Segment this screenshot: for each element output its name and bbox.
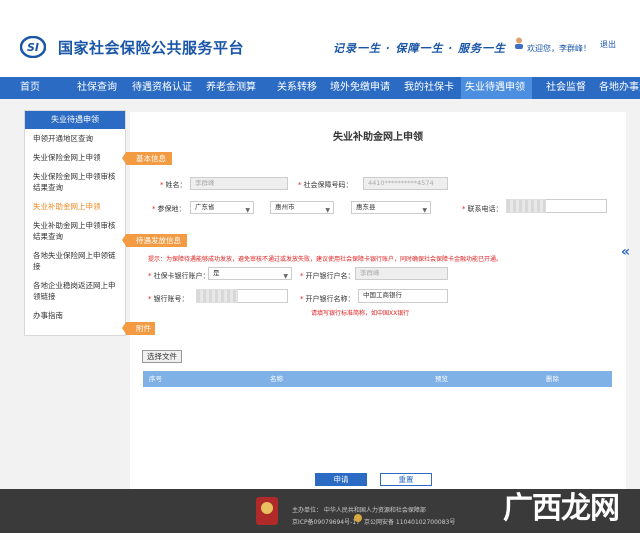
bank-name-field[interactable]: 中国工商银行 <box>358 289 448 303</box>
section-attachment: 附件 <box>122 322 155 335</box>
footer-sponsor: 主办单位： 中华人民共和国人力资源和社会保障部 <box>292 507 426 514</box>
nav-item-8[interactable]: 社会监督 <box>532 77 593 99</box>
user-avatar-icon <box>515 37 523 49</box>
sidebar-item-7[interactable]: 办事指南 <box>25 306 125 325</box>
name-label: * 姓名： <box>160 181 187 189</box>
police-badge-icon <box>354 514 362 522</box>
phone-field[interactable] <box>546 199 607 213</box>
section-basic-info: 基本信息 <box>122 152 172 165</box>
bank-account-redacted[interactable] <box>196 289 238 303</box>
account-name-label: * 开户银行户名： <box>300 272 355 280</box>
ssn-label: * 社会保障号码： <box>298 181 353 189</box>
sidebar-item-0[interactable]: 申领开通地区查询 <box>25 129 125 148</box>
chevron-down-icon: ▼ <box>325 207 330 214</box>
svg-text:SI: SI <box>27 41 39 54</box>
main-nav: 首页 社保查询 待遇资格认证 养老金测算 关系转移 境外免缴申请 我的社保卡 失业待遇申领 社会… <box>0 77 640 99</box>
th-index: 序号 <box>149 375 162 383</box>
sidebar-title: 失业待遇申领 <box>25 111 125 129</box>
sidebar-item-5[interactable]: 各地失业保险网上申领链接 <box>25 246 125 276</box>
gov-badge-icon <box>256 497 278 525</box>
chevron-down-icon: ▼ <box>422 207 427 214</box>
form-title: 失业补助金网上申领 <box>333 132 423 143</box>
insured-place-label: * 参保地： <box>152 205 186 213</box>
welcome-text: 欢迎您，李群峰！ <box>527 44 591 53</box>
bank-account-field[interactable] <box>238 289 288 303</box>
nav-item-3[interactable]: 养老金测算 <box>199 77 263 99</box>
choose-file-button[interactable]: 选择文件 <box>142 350 182 363</box>
si-logo-icon: SI <box>20 36 46 58</box>
nav-item-9[interactable]: 各地办事大厅 <box>593 77 640 99</box>
nav-item-4[interactable]: 关系转移 <box>263 77 324 99</box>
collapse-arrow-icon[interactable]: « <box>621 244 630 260</box>
submit-button[interactable]: 申请 <box>315 473 367 486</box>
reset-button[interactable]: 重置 <box>380 473 432 486</box>
nav-item-6[interactable]: 我的社保卡 <box>397 77 461 99</box>
section-payment-info: 待遇发放信息 <box>122 234 187 247</box>
phone-label: * 联系电话： <box>462 205 503 213</box>
th-delete: 删除 <box>546 375 559 383</box>
bank-name-hint: 请填写银行标准简称，如中国XX银行 <box>311 310 410 317</box>
sidebar-item-3[interactable]: 失业补助金网上申领 <box>25 197 125 216</box>
payment-notice: 提示：为保障待遇能够成功发放，避免审核不通过或发放失败，建议使用社会保障卡银行账… <box>148 256 503 263</box>
sidebar-item-2[interactable]: 失业保险金网上申领审核结果查询 <box>25 167 125 197</box>
nav-item-5[interactable]: 境外免缴申请 <box>324 77 397 99</box>
th-preview: 预览 <box>435 375 448 383</box>
footer-icp[interactable]: 京ICP备09079694号-17 <box>292 517 360 526</box>
bank-account-label: * 银行账号： <box>148 295 189 303</box>
chevron-down-icon: ▼ <box>245 207 250 214</box>
sidebar-item-1[interactable]: 失业保险金网上申领 <box>25 148 125 167</box>
phone-field-redacted[interactable] <box>506 199 546 213</box>
nav-item-7[interactable]: 失业待遇申领 <box>461 77 532 99</box>
attachment-table-header: 序号 名称 预览 删除 <box>143 371 612 387</box>
sidebar: 失业待遇申领 申领开通地区查询 失业保险金网上申领 失业保险金网上申领审核结果查询失… <box>24 110 126 336</box>
name-field: 李群峰 <box>190 177 288 190</box>
social-card-account-select[interactable]: 是 ▼ <box>208 267 292 280</box>
nav-item-2[interactable]: 待遇资格认证 <box>124 77 199 99</box>
county-select[interactable]: 惠东县 ▼ <box>351 201 431 214</box>
chevron-down-icon: ▼ <box>283 273 288 280</box>
bank-name-label: * 开户银行名称： <box>300 295 355 303</box>
watermark: 广西龙网 <box>503 491 620 526</box>
nav-item-1[interactable]: 社保查询 <box>60 77 124 99</box>
ssn-field: 4410**********4574 <box>363 177 448 190</box>
site-title: 国家社会保险公共服务平台 <box>58 39 245 57</box>
sidebar-item-4[interactable]: 失业补助金网上申领审核结果查询 <box>25 216 125 246</box>
footer-police[interactable]: 京公网安备 11040102700083号 <box>364 517 455 526</box>
social-card-account-label: * 社保卡银行账户： <box>148 272 210 280</box>
th-name: 名称 <box>270 375 283 383</box>
account-name-field: 李群峰 <box>355 267 448 280</box>
slogan: 记录一生 · 保障一生 · 服务一生 <box>333 42 506 55</box>
logout-link[interactable]: 退出 <box>600 39 616 50</box>
main-panel: 失业补助金网上申领 基本信息 * 姓名： 李群峰 * 社会保障号码： 4410***… <box>122 112 626 489</box>
province-select[interactable]: 广东省 ▼ <box>190 201 254 214</box>
header: SI 国家社会保险公共服务平台 记录一生 · 保障一生 · 服务一生 欢迎您，李… <box>0 0 640 77</box>
city-select[interactable]: 惠州市 ▼ <box>270 201 334 214</box>
sidebar-item-6[interactable]: 各地企业稳岗返还网上申领链接 <box>25 276 125 306</box>
nav-item-0[interactable]: 首页 <box>0 77 60 99</box>
